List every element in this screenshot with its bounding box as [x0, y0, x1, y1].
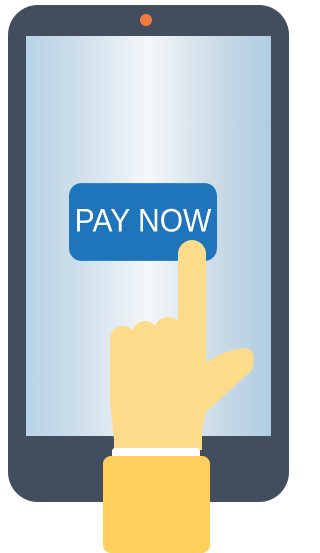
pay-now-button[interactable]: PAY NOW: [69, 183, 217, 261]
payment-illustration: PAY NOW: [0, 0, 290, 553]
camera-dot-icon: [140, 14, 152, 26]
